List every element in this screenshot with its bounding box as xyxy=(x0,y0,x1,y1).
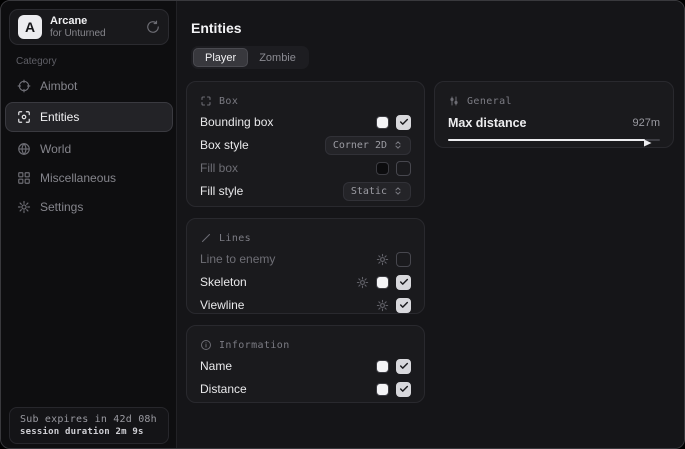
box-section-card: Box Bounding box Box style Corner 2D xyxy=(186,81,425,207)
checkbox-line-to-enemy[interactable] xyxy=(396,252,411,267)
color-swatch[interactable] xyxy=(376,162,389,175)
row-label: Viewline xyxy=(200,298,244,312)
gear-icon xyxy=(17,200,31,214)
color-swatch[interactable] xyxy=(376,116,389,129)
sidebar-item-label: Settings xyxy=(40,200,83,214)
sync-icon[interactable] xyxy=(146,20,160,34)
sidebar-item-entities[interactable]: Entities xyxy=(5,102,173,132)
sidebar-item-world[interactable]: World xyxy=(5,134,173,163)
row-label: Box style xyxy=(200,138,249,152)
app-window: A Arcane for Unturned Category Aimbot En… xyxy=(0,0,685,449)
checkbox-distance[interactable] xyxy=(396,382,411,397)
sub-expiry-text: Sub expires in 42d 08h xyxy=(20,414,158,425)
max-distance-slider[interactable] xyxy=(448,135,660,145)
checkbox-fill-box[interactable] xyxy=(396,161,411,176)
row-bounding-box: Bounding box xyxy=(200,111,411,133)
grid-icon xyxy=(17,171,31,185)
row-skeleton: Skeleton xyxy=(200,271,411,293)
row-name: Name xyxy=(200,355,411,377)
sidebar-nav: Aimbot Entities World Miscellaneous Sett… xyxy=(5,71,173,221)
sidebar-item-label: Entities xyxy=(40,110,79,124)
gear-icon[interactable] xyxy=(376,253,389,266)
color-swatch[interactable] xyxy=(376,360,389,373)
subscription-info-card: Sub expires in 42d 08h session duration … xyxy=(9,407,169,444)
sidebar: A Arcane for Unturned Category Aimbot En… xyxy=(1,1,177,448)
crosshair-icon xyxy=(17,79,31,93)
dropdown-value: Corner 2D xyxy=(333,140,387,151)
sidebar-item-miscellaneous[interactable]: Miscellaneous xyxy=(5,163,173,192)
checkbox-viewline[interactable] xyxy=(396,298,411,313)
section-title-general: General xyxy=(467,96,512,107)
slider-thumb[interactable] xyxy=(643,135,653,145)
row-label: Name xyxy=(200,359,232,373)
info-icon xyxy=(200,339,212,351)
diagonal-line-icon xyxy=(200,232,212,244)
row-label: Fill box xyxy=(200,161,238,175)
gear-icon[interactable] xyxy=(356,276,369,289)
max-distance-value: 927m xyxy=(632,117,660,129)
slider-fill xyxy=(448,139,645,141)
box-style-dropdown[interactable]: Corner 2D xyxy=(325,136,411,155)
sidebar-item-settings[interactable]: Settings xyxy=(5,192,173,221)
sidebar-item-aimbot[interactable]: Aimbot xyxy=(5,71,173,100)
section-title-lines: Lines xyxy=(219,233,251,244)
general-section-card: General Max distance 927m xyxy=(434,81,674,148)
app-title: Arcane xyxy=(50,15,138,28)
category-label: Category xyxy=(16,56,57,67)
globe-icon xyxy=(17,142,31,156)
section-title-information: Information xyxy=(219,340,290,351)
sidebar-item-label: Miscellaneous xyxy=(40,171,116,185)
app-logo: A xyxy=(18,15,42,39)
row-line-to-enemy: Line to enemy xyxy=(200,248,411,270)
color-swatch[interactable] xyxy=(376,383,389,396)
box-corners-icon xyxy=(200,95,212,107)
row-label: Fill style xyxy=(200,184,243,198)
row-fill-box: Fill box xyxy=(200,157,411,179)
page-title: Entities xyxy=(191,20,242,36)
entity-type-tabs: Player Zombie xyxy=(191,46,309,69)
row-max-distance: Max distance 927m xyxy=(448,112,660,134)
checkbox-name[interactable] xyxy=(396,359,411,374)
row-label: Bounding box xyxy=(200,115,273,129)
sidebar-item-label: World xyxy=(40,142,71,156)
row-label: Max distance xyxy=(448,116,527,130)
color-swatch[interactable] xyxy=(376,276,389,289)
sidebar-item-label: Aimbot xyxy=(40,79,77,93)
main-content: Entities Player Zombie Box Bounding box … xyxy=(177,1,684,448)
row-viewline: Viewline xyxy=(200,294,411,316)
selector-icon xyxy=(393,186,403,196)
app-subtitle: for Unturned xyxy=(50,28,138,40)
information-section-card: Information Name Distance xyxy=(186,325,425,403)
row-label: Distance xyxy=(200,382,247,396)
scan-icon xyxy=(17,110,31,124)
session-duration-text: session duration 2m 9s xyxy=(20,427,158,437)
row-fill-style: Fill style Static xyxy=(200,180,411,202)
row-label: Skeleton xyxy=(200,275,247,289)
sliders-icon xyxy=(448,95,460,107)
row-box-style: Box style Corner 2D xyxy=(200,134,411,156)
app-logo-card: A Arcane for Unturned xyxy=(9,9,169,45)
section-title-box: Box xyxy=(219,96,238,107)
tab-zombie[interactable]: Zombie xyxy=(248,48,307,67)
row-label: Line to enemy xyxy=(200,252,275,266)
checkbox-bounding-box[interactable] xyxy=(396,115,411,130)
checkbox-skeleton[interactable] xyxy=(396,275,411,290)
dropdown-value: Static xyxy=(351,186,387,197)
selector-icon xyxy=(393,140,403,150)
tab-player[interactable]: Player xyxy=(193,48,248,67)
row-distance: Distance xyxy=(200,378,411,400)
fill-style-dropdown[interactable]: Static xyxy=(343,182,411,201)
lines-section-card: Lines Line to enemy Skeleton Viewline xyxy=(186,218,425,314)
gear-icon[interactable] xyxy=(376,299,389,312)
